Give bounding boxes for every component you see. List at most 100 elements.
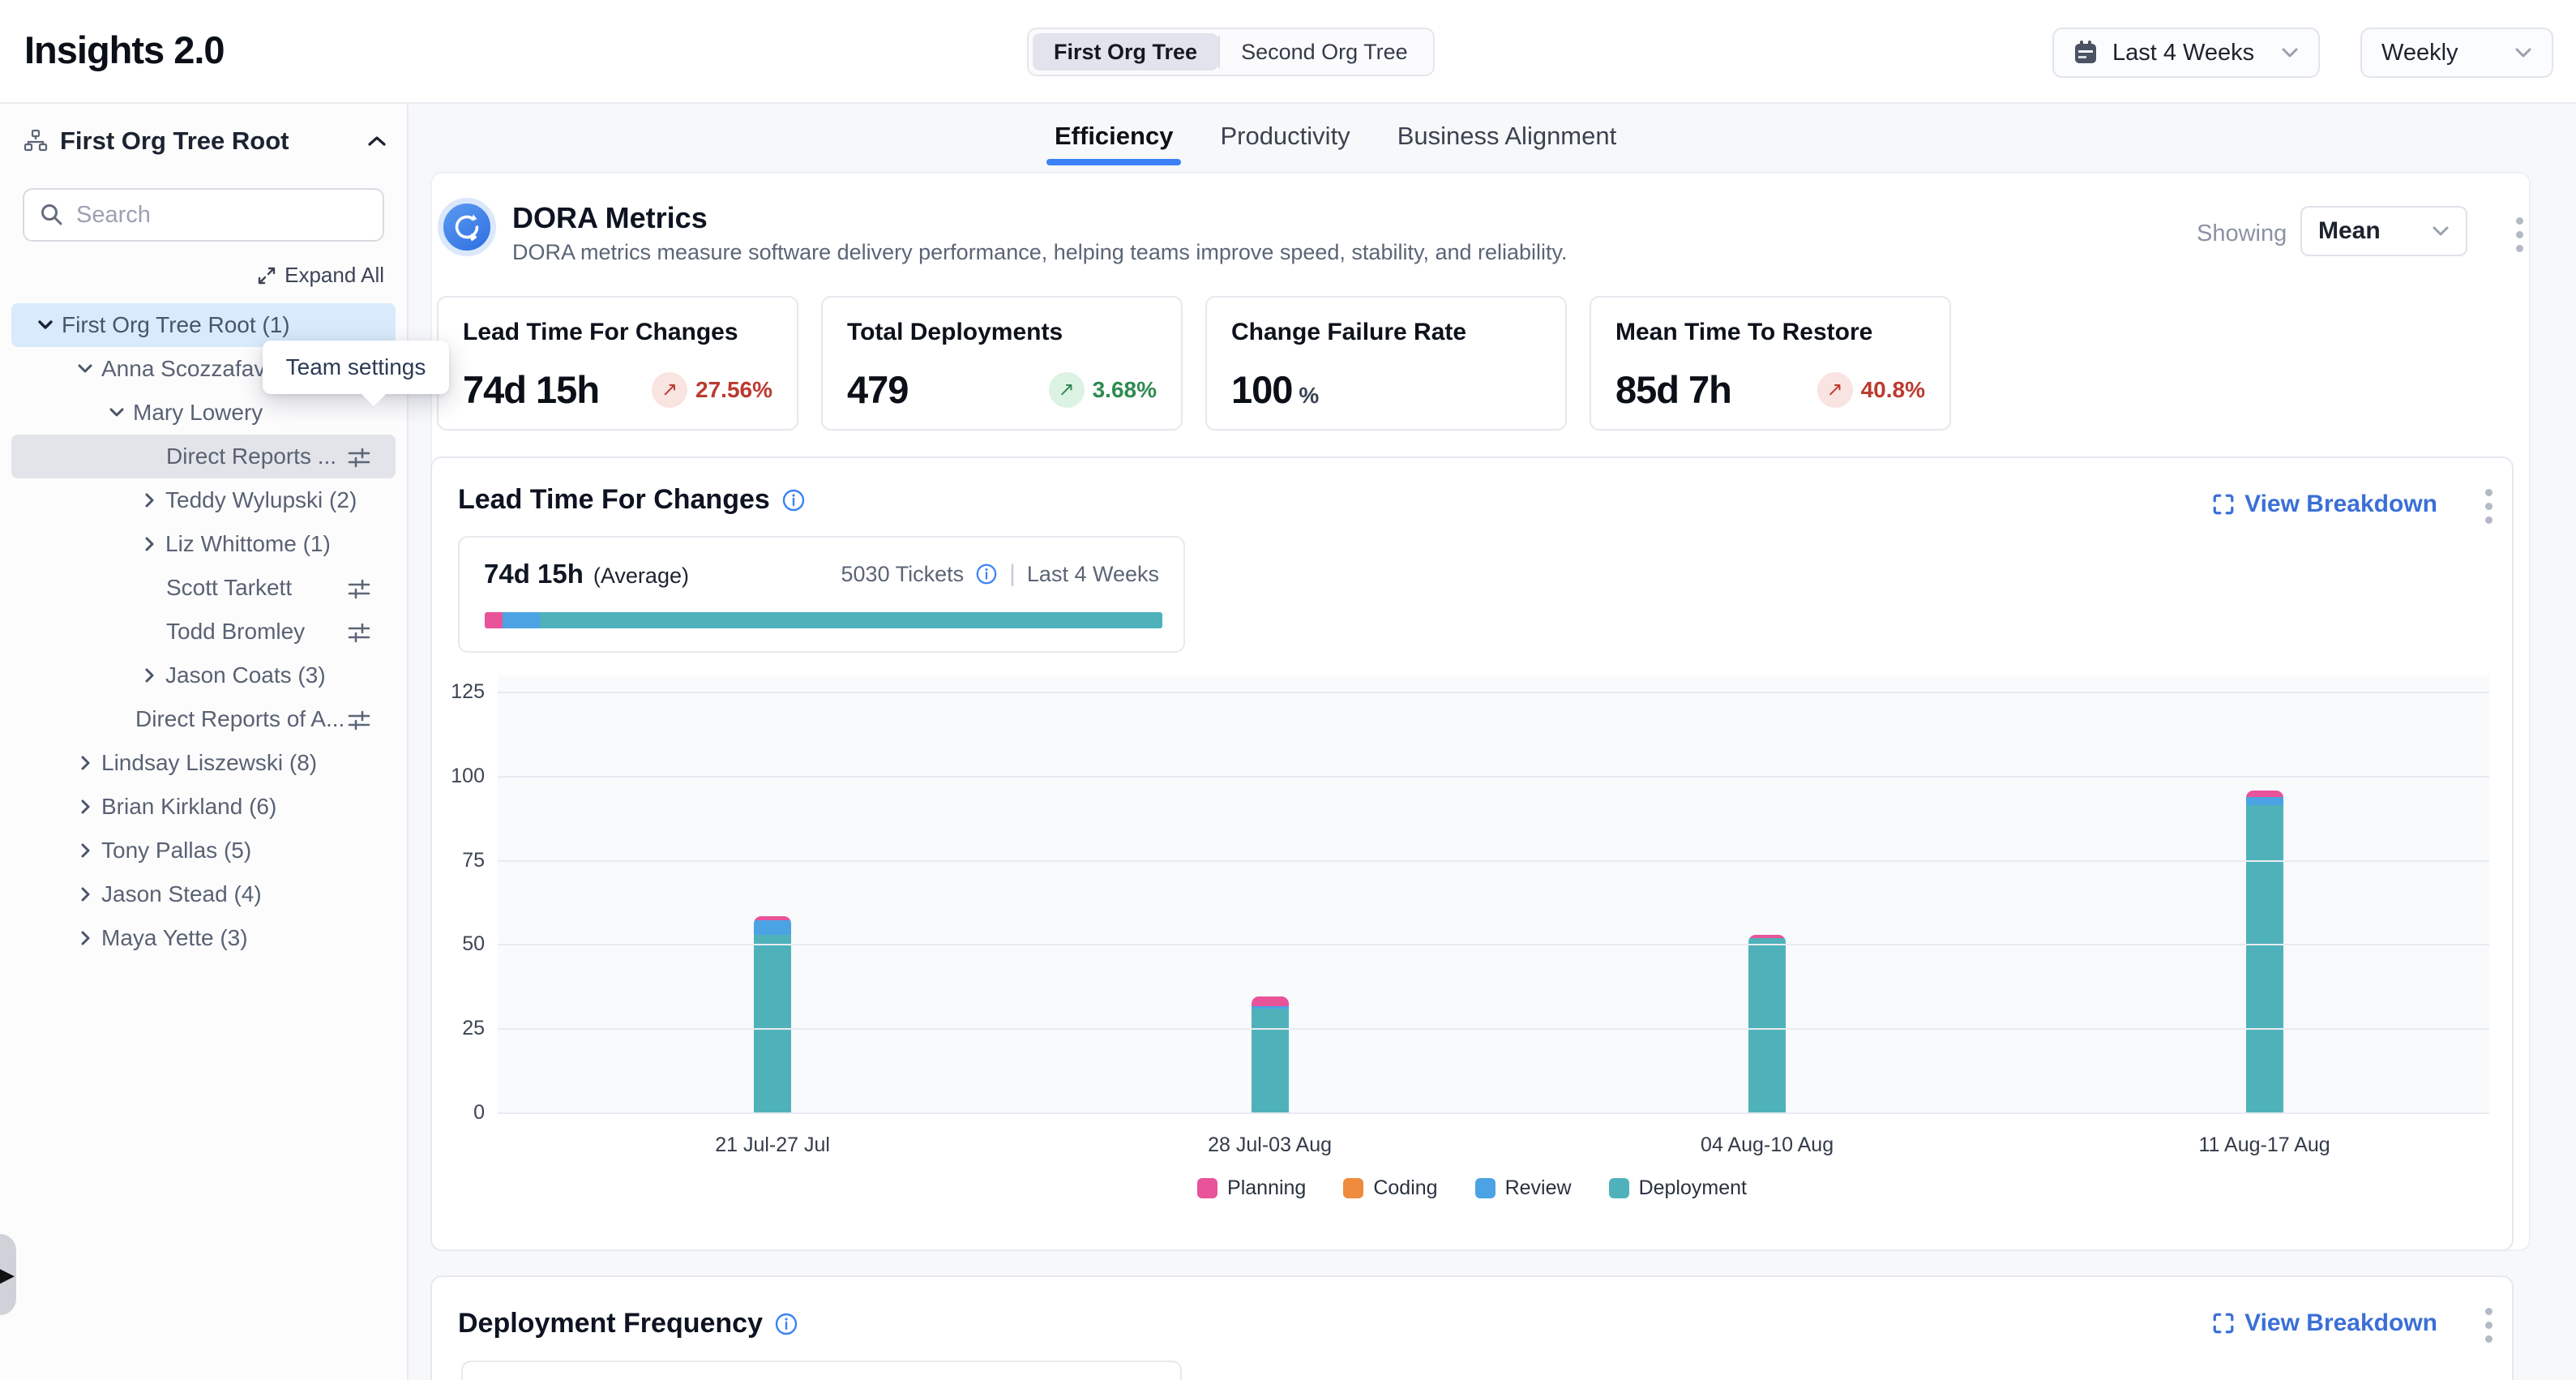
chevron-right-icon[interactable] xyxy=(75,928,95,948)
view-breakdown-button[interactable]: View Breakdown xyxy=(2212,491,2437,518)
metric-card[interactable]: Change Failure Rate100% xyxy=(1205,296,1567,431)
search-input[interactable] xyxy=(76,202,368,229)
tree-item-label: Brian Kirkland (6) xyxy=(101,794,276,820)
tree-item[interactable]: Todd Bromley xyxy=(11,610,396,654)
chevron-right-icon[interactable] xyxy=(139,534,159,554)
view-breakdown-label: View Breakdown xyxy=(2244,491,2437,518)
chevron-down-icon[interactable] xyxy=(36,315,55,335)
bar-21-jul-27-jul xyxy=(754,916,791,1112)
chevron-down-icon xyxy=(2432,225,2450,237)
toggle-first-org-tree[interactable]: First Org Tree xyxy=(1033,33,1218,71)
chevron-down-icon[interactable] xyxy=(107,403,126,422)
deployment-frequency-kebab-menu[interactable] xyxy=(2485,1308,2493,1343)
summary-segment-deployment xyxy=(540,612,1162,628)
tree-item[interactable]: Maya Yette (3) xyxy=(11,916,396,960)
showing-value: Mean xyxy=(2318,217,2432,245)
trend-up-arrow-icon: ↗ xyxy=(1049,372,1085,408)
tree-item-label: Teddy Wylupski (2) xyxy=(165,487,357,513)
metric-card[interactable]: Lead Time For Changes74d 15h↗27.56% xyxy=(437,296,798,431)
dora-metrics-icon xyxy=(438,198,496,256)
top-header: Insights 2.0 First Org Tree Second Org T… xyxy=(0,0,2576,104)
tree-item[interactable]: Mary Lowery xyxy=(11,391,396,435)
tree-item-label: Liz Whittome (1) xyxy=(165,531,331,557)
info-icon[interactable] xyxy=(774,1312,798,1336)
trend-badge: ↗40.8% xyxy=(1817,372,1925,408)
tab-business-alignment[interactable]: Business Alignment xyxy=(1397,122,1617,165)
legend-item-coding: Coding xyxy=(1343,1176,1437,1200)
tree-item-label: Tony Pallas (5) xyxy=(101,838,251,864)
tree-item[interactable]: Liz Whittome (1) xyxy=(11,522,396,566)
team-settings-icon[interactable] xyxy=(347,576,371,601)
metric-card-value: 85d 7h xyxy=(1615,367,1731,412)
y-axis-tick: 0 xyxy=(433,1101,485,1125)
trend-up-arrow-icon: ↗ xyxy=(1817,372,1853,408)
metric-card-title: Change Failure Rate xyxy=(1231,319,1541,346)
chevron-right-icon[interactable] xyxy=(75,841,95,860)
chevron-right-icon[interactable] xyxy=(75,753,95,773)
trend-delta: 27.56% xyxy=(695,377,772,403)
legend-swatch xyxy=(1609,1178,1629,1198)
gridline xyxy=(498,692,2489,693)
team-settings-icon[interactable] xyxy=(347,620,371,645)
bar-segment-deployment xyxy=(754,935,791,1112)
sidebar-search[interactable] xyxy=(23,188,384,242)
app-title: Insights 2.0 xyxy=(24,28,225,72)
team-settings-icon[interactable] xyxy=(347,708,371,732)
info-icon[interactable] xyxy=(975,563,998,585)
dora-metrics-subtitle: DORA metrics measure software delivery p… xyxy=(512,240,1568,265)
team-settings-icon[interactable] xyxy=(347,445,371,469)
metric-card[interactable]: Total Deployments479↗3.68% xyxy=(821,296,1183,431)
x-axis-label: 04 Aug-10 Aug xyxy=(1701,1134,1834,1157)
tab-efficiency[interactable]: Efficiency xyxy=(1055,122,1173,165)
trend-badge: ↗27.56% xyxy=(652,372,772,408)
chevron-down-icon[interactable] xyxy=(75,359,95,379)
tree-item[interactable]: Direct Reports ... xyxy=(11,435,396,478)
tree-item[interactable]: Scott Tarkett xyxy=(11,566,396,610)
chevron-right-icon[interactable] xyxy=(75,797,95,816)
tree-item[interactable]: Tony Pallas (5) xyxy=(11,829,396,872)
sidebar-collapse-handle[interactable]: ▶ xyxy=(0,1234,16,1315)
view-breakdown-button[interactable]: View Breakdown xyxy=(2212,1309,2437,1337)
chevron-right-icon[interactable] xyxy=(139,491,159,510)
chevron-right-icon[interactable] xyxy=(139,666,159,685)
metric-card[interactable]: Mean Time To Restore 85d 7h ↗40.8% xyxy=(1590,296,1951,431)
calendar-icon xyxy=(2073,40,2098,66)
deployment-frequency-section: Deployment Frequency View Breakdown xyxy=(430,1275,2514,1380)
lead-time-kebab-menu[interactable] xyxy=(2485,489,2493,524)
showing-select[interactable]: Mean xyxy=(2300,206,2467,256)
tree-item[interactable]: Brian Kirkland (6) xyxy=(11,785,396,829)
summary-average-value: 74d 15h xyxy=(484,559,584,589)
summary-range: Last 4 Weeks xyxy=(1027,562,1159,587)
x-axis-label: 21 Jul-27 Jul xyxy=(715,1134,830,1157)
sidebar-header[interactable]: First Org Tree Root xyxy=(23,122,387,161)
tree-item[interactable]: Jason Coats (3) xyxy=(11,654,396,697)
y-axis-tick: 125 xyxy=(433,680,485,704)
legend-item-review: Review xyxy=(1475,1176,1572,1200)
date-range-dropdown[interactable]: Last 4 Weeks xyxy=(2052,28,2320,78)
chevron-right-icon: ▶ xyxy=(0,1262,15,1288)
bar-segment-deployment xyxy=(1748,938,1786,1112)
tree-item-label: Anna Scozzafava xyxy=(101,356,278,382)
tree-item[interactable]: Jason Stead (4) xyxy=(11,872,396,916)
info-icon[interactable] xyxy=(781,488,806,512)
legend-label: Review xyxy=(1505,1176,1572,1200)
chevron-right-icon[interactable] xyxy=(75,885,95,904)
tree-item-label: Jason Coats (3) xyxy=(165,662,326,688)
chevron-up-icon[interactable] xyxy=(366,134,387,148)
dora-kebab-menu[interactable] xyxy=(2516,217,2523,252)
showing-label: Showing xyxy=(2197,221,2287,247)
chart-legend: PlanningCodingReviewDeployment xyxy=(432,1176,2512,1200)
metric-card-value: 74d 15h xyxy=(463,367,599,412)
toggle-second-org-tree[interactable]: Second Org Tree xyxy=(1220,33,1429,71)
metric-card-title: Mean Time To Restore xyxy=(1615,319,1925,346)
expand-all-button[interactable]: Expand All xyxy=(257,263,384,288)
bar-segment-planning xyxy=(2246,791,2283,796)
summary-average-qualifier: (Average) xyxy=(593,564,689,589)
granularity-dropdown[interactable]: Weekly xyxy=(2360,28,2553,78)
tree-item-label: Mary Lowery xyxy=(133,400,263,426)
tab-productivity[interactable]: Productivity xyxy=(1220,122,1350,165)
tree-item[interactable]: Lindsay Liszewski (8) xyxy=(11,741,396,785)
tree-item[interactable]: Direct Reports of A... xyxy=(11,697,396,741)
tree-item[interactable]: Teddy Wylupski (2) xyxy=(11,478,396,522)
expand-all-label: Expand All xyxy=(285,263,384,288)
